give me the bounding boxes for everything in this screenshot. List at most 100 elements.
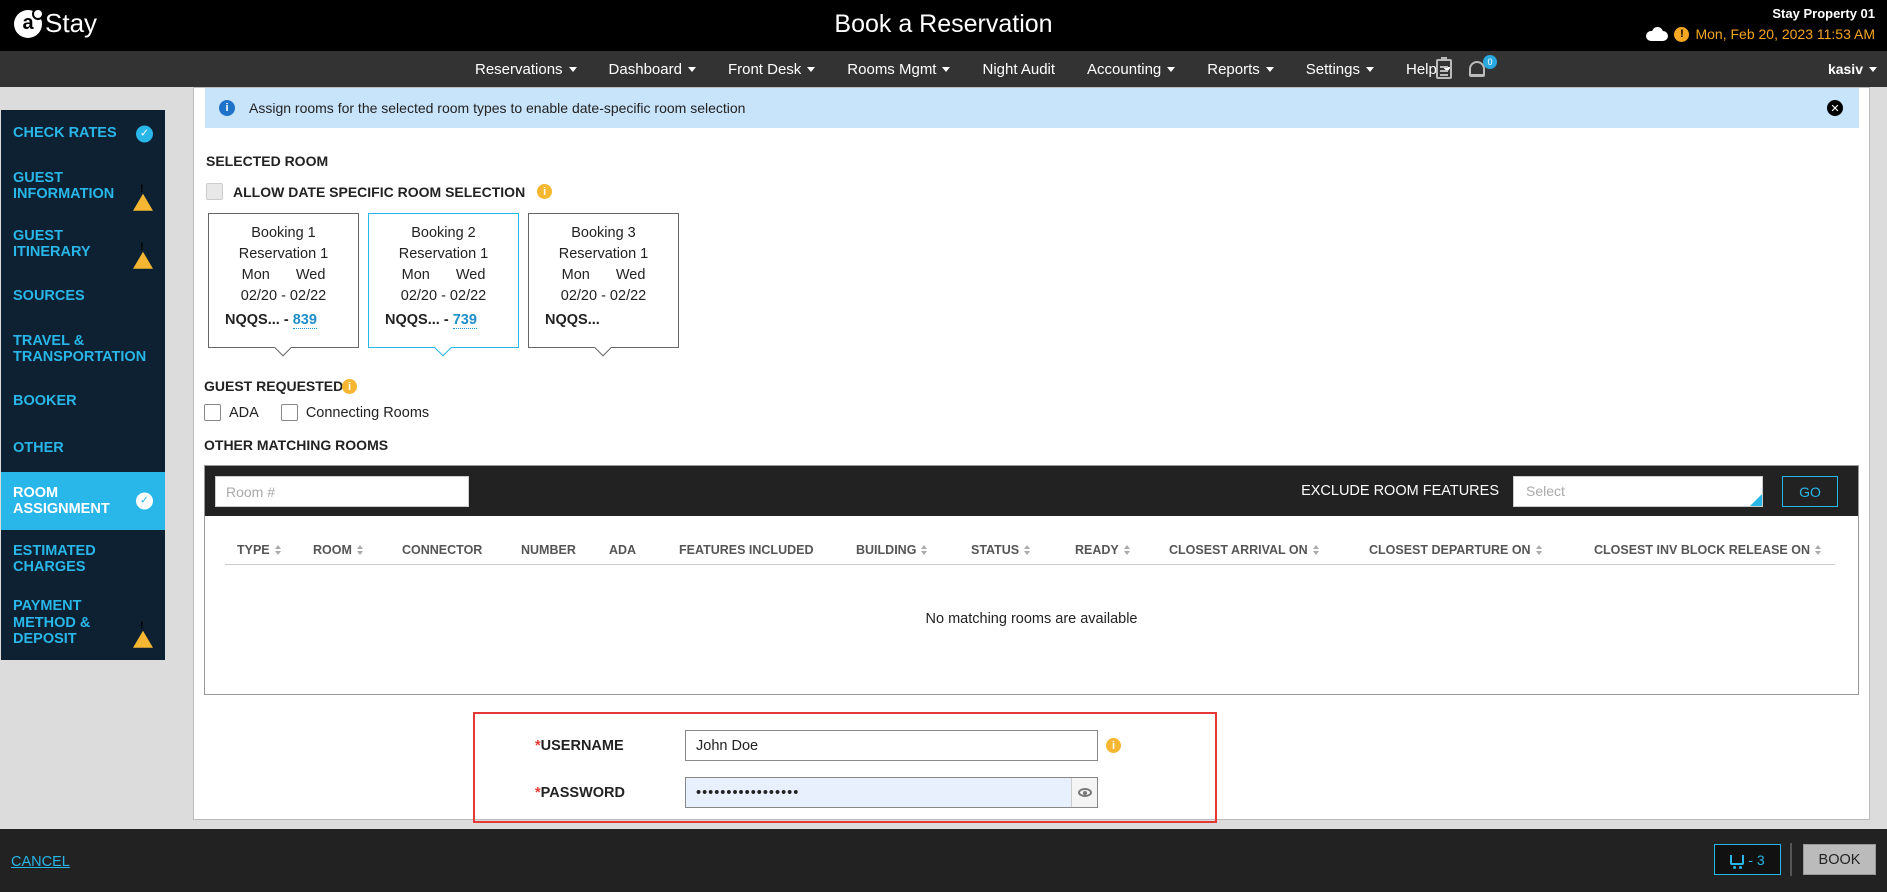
sidebar-item-label: OTHER [13,440,64,457]
allow-date-specific-row: ALLOW DATE SPECIFIC ROOM SELECTION i [206,183,553,200]
ada-checkbox[interactable] [204,404,221,421]
column-header-label: ROOM [313,543,352,557]
go-button[interactable]: GO [1782,476,1838,507]
nav-item-front-desk[interactable]: Front Desk [712,61,831,78]
sidebar-item-label: TRAVEL & TRANSPORTATION [13,332,147,366]
sort-icon [1313,545,1319,555]
table-toolbar: EXCLUDE ROOM FEATURES Select GO [205,466,1858,516]
ada-label: ADA [229,404,259,421]
sidebar-item-travel-transportation[interactable]: TRAVEL & TRANSPORTATION [1,320,165,378]
sidebar-item-payment-method-deposit[interactable]: PAYMENT METHOD & DEPOSIT! [1,588,165,658]
room-number-link[interactable]: 739 [452,312,477,329]
booking-dates: 02/20 - 02/22 [400,288,487,304]
column-header-status[interactable]: STATUS [971,543,1030,557]
warning-triangle-icon: ! [133,235,153,269]
exclude-features-select[interactable]: Select [1513,475,1763,507]
sidebar-item-guest-itinerary[interactable]: GUEST ITINERARY! [1,215,165,273]
nav-item-reservations[interactable]: Reservations [459,61,593,78]
nav-menu: Reservations Dashboard Front Desk Rooms Mgm… [459,51,1467,87]
nav-item-label: Front Desk [727,60,802,78]
sidebar-item-other[interactable]: OTHER [1,425,165,472]
user-menu[interactable]: kasiv [1828,61,1877,77]
room-line: NQQS... - 839 [209,310,358,331]
booking-card[interactable]: Booking 2 Reservation 1 Mon Wed 02/20 - 02/2… [368,213,519,357]
cloud-icon[interactable] [1646,27,1669,41]
sidebar-item-check-rates[interactable]: CHECK RATES ✓ [1,110,165,157]
username-input[interactable] [685,730,1098,761]
column-header-label: BUILDING [856,543,917,557]
username-row: *USERNAME i [535,730,1121,761]
sidebar-item-guest-information[interactable]: GUEST INFORMATION! [1,157,165,215]
property-name[interactable]: Stay Property 01 [1772,6,1875,21]
room-number-link[interactable]: 839 [292,312,317,329]
nav-item-night-audit[interactable]: Night Audit [966,61,1071,78]
eye-icon[interactable] [1071,778,1097,807]
allow-date-specific-checkbox[interactable] [206,183,223,200]
booking-card[interactable]: Booking 1 Reservation 1 Mon Wed 02/20 - 02/2… [208,213,359,357]
banner-text: Assign rooms for the selected room types… [249,100,746,116]
chevron-down-icon [687,66,696,72]
book-button[interactable]: BOOK [1803,844,1876,875]
column-header-label: FEATURES INCLUDED [679,543,814,557]
sidebar-item-sources[interactable]: SOURCES [1,273,165,320]
page-title: Book a Reservation [834,10,1053,38]
password-input[interactable] [685,777,1098,808]
notification-badge: 0 [1483,55,1497,69]
cancel-link[interactable]: CANCEL [11,854,70,870]
column-header-room[interactable]: ROOM [313,543,363,557]
nav-item-rooms-mgmt[interactable]: Rooms Mgmt [831,61,966,78]
column-header-closest-departure-on[interactable]: CLOSEST DEPARTURE ON [1369,543,1542,557]
cart-icon [1730,854,1745,869]
sidebar-item-booker[interactable]: BOOKER [1,378,165,425]
nav-item-label: Night Audit [982,60,1056,78]
warning-icon[interactable]: ! [1674,26,1690,42]
booking-card[interactable]: Booking 3 Reservation 1 Mon Wed 02/20 - 02/2… [528,213,679,357]
info-icon[interactable]: i [1106,738,1121,753]
column-header-ada: ADA [609,543,636,557]
room-line: NQQS... - 739 [369,310,518,331]
sort-icon [921,545,927,555]
chevron-down-icon [1265,66,1274,72]
chevron-down-icon [1869,66,1877,72]
info-icon[interactable]: i [537,184,553,199]
info-banner: i Assign rooms for the selected room typ… [205,88,1859,128]
room-type: NQQS... [545,312,600,328]
matching-rooms-table: EXCLUDE ROOM FEATURES Select GO TYPE ROOM… [204,465,1859,695]
room-number-input[interactable] [215,476,469,507]
nav-item-accounting[interactable]: Accounting [1071,61,1191,78]
info-icon: i [219,100,235,116]
sidebar-item-estimated-charges[interactable]: ESTIMATED CHARGES [1,530,165,588]
sidebar-item-room-assignment[interactable]: ROOM ASSIGNMENT ✓ [1,472,165,530]
exclude-features-group: EXCLUDE ROOM FEATURES Select [1301,466,1763,516]
chevron-down-icon [942,66,951,72]
booking-name: Booking 2 [411,225,476,241]
warning-triangle-icon: ! [133,614,153,648]
close-icon[interactable]: ✕ [1827,100,1843,116]
room-line: NQQS... [529,310,678,331]
chevron-down-icon [1365,66,1374,72]
cart-button[interactable]: - 3 [1714,844,1781,875]
column-header-type[interactable]: TYPE [237,543,281,557]
column-header-ready[interactable]: READY [1075,543,1130,557]
check-circle-icon: ✓ [136,125,153,142]
room-type: NQQS... [225,312,280,328]
nav-item-help[interactable]: Help [1390,61,1467,78]
current-datetime: Mon, Feb 20, 2023 11:53 AM [1695,26,1875,42]
column-header-building[interactable]: BUILDING [856,543,927,557]
column-header-label: ADA [609,543,637,557]
column-header-closest-inv-block-release-on[interactable]: CLOSEST INV BLOCK RELEASE ON [1594,543,1821,557]
booking-name: Booking 3 [571,225,636,241]
sidebar-item-label: GUEST ITINERARY [13,227,91,261]
column-header-label: READY [1075,543,1119,557]
info-icon[interactable]: i [342,379,357,394]
nav-item-dashboard[interactable]: Dashboard [593,61,712,78]
connecting-rooms-label: Connecting Rooms [305,404,430,421]
nav-item-settings[interactable]: Settings [1290,61,1390,78]
nav-item-reports[interactable]: Reports [1191,61,1290,78]
booking-days: Mon Wed [529,265,678,286]
clipboard-icon[interactable] [1436,57,1452,79]
connecting-rooms-checkbox[interactable] [280,404,298,421]
booking-dates: 02/20 - 02/22 [240,288,327,304]
column-header-closest-arrival-on[interactable]: CLOSEST ARRIVAL ON [1169,543,1319,557]
selected-room-title: SELECTED ROOM [206,153,329,169]
